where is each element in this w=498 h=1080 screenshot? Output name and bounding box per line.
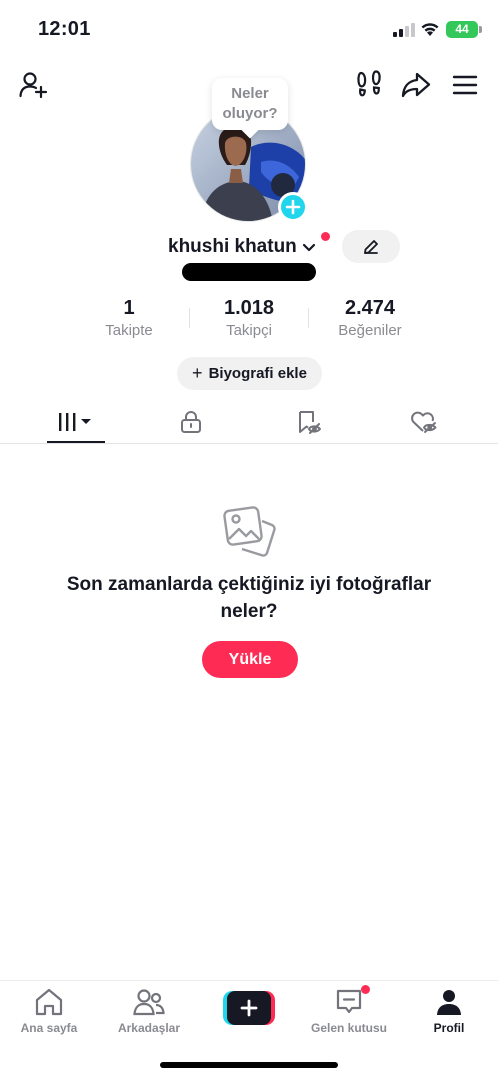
home-icon	[35, 988, 63, 1016]
plus-icon: +	[192, 363, 203, 383]
username-switcher[interactable]: khushi khatun	[168, 233, 317, 261]
empty-state-message: Son zamanlarda çektiğiniz iyi fotoğrafla…	[66, 574, 432, 622]
nav-profile-label: Profil	[433, 1021, 465, 1035]
nav-inbox[interactable]: Gelen kutusu	[304, 987, 394, 1035]
friends-icon	[133, 989, 165, 1016]
nav-friends[interactable]: Arkadaşlar	[104, 987, 194, 1035]
grid-icon	[59, 413, 91, 431]
likes-label: Beğeniler	[338, 322, 402, 339]
upload-button[interactable]: Yükle	[202, 641, 298, 678]
status-time: 12:01	[38, 18, 91, 40]
username: khushi khatun	[168, 236, 297, 257]
battery-indicator: 44	[446, 21, 482, 38]
share-icon[interactable]	[400, 70, 432, 100]
profile-icon	[437, 990, 461, 1015]
nav-inbox-label: Gelen kutusu	[310, 1021, 387, 1035]
stat-likes[interactable]: 2.474 Beğeniler	[330, 296, 410, 339]
footprint-icon[interactable]	[354, 68, 384, 100]
menu-icon[interactable]	[450, 70, 480, 100]
notification-dot	[321, 232, 330, 241]
chevron-down-icon	[302, 243, 315, 252]
stat-following[interactable]: 1 Takipte	[98, 296, 160, 339]
pencil-icon	[364, 239, 378, 254]
heart-eye-icon	[411, 411, 437, 433]
inbox-icon	[336, 989, 362, 1014]
add-bio-label: Biyografi ekle	[208, 365, 307, 382]
following-count: 1	[123, 297, 135, 319]
status-bubble[interactable]: Neler oluyor?	[212, 78, 288, 130]
active-tab-indicator	[47, 441, 105, 443]
profile-tabs	[0, 400, 498, 444]
create-button[interactable]	[223, 991, 275, 1025]
followers-label: Takipçi	[226, 322, 272, 339]
followers-count: 1.018	[223, 297, 275, 319]
status-bar: 12:01 44	[0, 0, 498, 60]
inbox-notification-dot	[361, 985, 370, 994]
stat-divider	[308, 308, 309, 328]
signal-icon	[393, 23, 415, 37]
stat-divider	[189, 308, 190, 328]
tab-liked[interactable]	[398, 400, 450, 444]
tab-private[interactable]	[165, 400, 217, 444]
bookmark-eye-icon	[299, 411, 321, 434]
plus-icon	[240, 999, 258, 1017]
nav-home-label: Ana sayfa	[20, 1021, 78, 1035]
nav-profile[interactable]: Profil	[404, 987, 494, 1035]
home-indicator	[160, 1062, 338, 1068]
add-story-button[interactable]	[278, 192, 308, 222]
nav-friends-label: Arkadaşlar	[117, 1021, 181, 1035]
status-bubble-text: Neler oluyor?	[222, 85, 278, 122]
edit-profile-button[interactable]	[342, 230, 400, 263]
add-bio-button[interactable]: + Biyografi ekle	[177, 357, 322, 390]
redacted-handle	[182, 263, 316, 281]
photo-gallery-icon	[223, 506, 276, 557]
following-label: Takipte	[105, 322, 153, 339]
tab-videos[interactable]	[47, 400, 105, 444]
likes-count: 2.474	[344, 297, 396, 319]
tab-saved[interactable]	[283, 400, 335, 444]
stat-followers[interactable]: 1.018 Takipçi	[212, 296, 286, 339]
wifi-icon	[421, 23, 439, 36]
lock-icon	[181, 411, 201, 433]
add-friend-icon[interactable]	[16, 68, 50, 102]
nav-home[interactable]: Ana sayfa	[4, 987, 94, 1035]
